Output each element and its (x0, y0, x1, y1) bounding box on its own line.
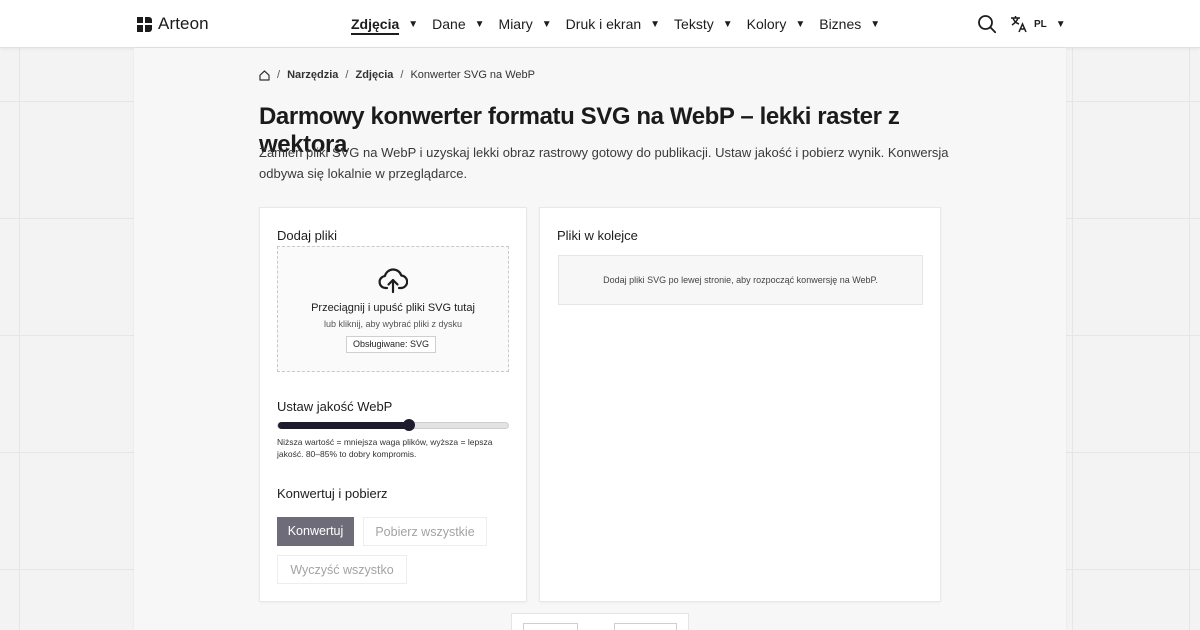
home-icon[interactable] (259, 69, 270, 81)
breadcrumb-item-current: Konwerter SVG na WebP (410, 69, 535, 81)
translate-icon (1011, 16, 1027, 33)
download-all-button[interactable]: Pobierz wszystkie (363, 517, 487, 546)
quality-slider[interactable] (277, 419, 509, 431)
dropzone-sub-text: lub kliknij, aby wybrać pliki z dysku (323, 319, 463, 329)
brand-logo[interactable]: Arteon (137, 14, 209, 34)
nav-item-label: Kolory (746, 16, 787, 32)
caret-down-icon: ▼ (408, 18, 419, 30)
nav-item-teksty[interactable]: Teksty ▼ (674, 16, 733, 32)
quality-slider-fill (278, 422, 410, 429)
main-content: / Narzędzia / Zdjęcia / Konwerter SVG na… (134, 48, 1066, 630)
pagination-controls (512, 614, 688, 630)
quality-title: Ustaw jakość WebP (277, 399, 393, 414)
caret-down-icon: ▼ (722, 18, 733, 30)
queue-title: Pliki w kolejce (557, 228, 638, 243)
breadcrumb-separator: / (345, 69, 349, 81)
main-nav: Zdjęcia ▼ Dane ▼ Miary ▼ Druk i ekran ▼ … (351, 0, 894, 48)
file-dropzone[interactable]: Przeciągnij i upuść pliki SVG tutaj lub … (277, 246, 509, 372)
nav-item-label: Biznes (819, 16, 862, 32)
caret-down-icon: ▼ (541, 18, 552, 30)
caret-down-icon: ▼ (795, 18, 806, 30)
top-navigation-bar: Arteon Zdjęcia ▼ Dane ▼ Miary ▼ Druk i e… (0, 0, 1200, 48)
caret-down-icon: ▼ (474, 18, 485, 30)
dropzone-main-text: Przeciągnij i upuść pliki SVG tutaj (311, 302, 475, 314)
convert-button[interactable]: Konwertuj (277, 517, 354, 546)
pagination-button[interactable] (523, 623, 578, 630)
nav-item-label: Miary (498, 16, 533, 32)
nav-item-label: Zdjęcia (351, 16, 400, 35)
logo-mark-icon (137, 16, 152, 32)
queue-panel: Pliki w kolejce Dodaj pliki SVG po lewej… (540, 208, 940, 601)
quality-hint: Niższa wartość = mniejsza waga plików, w… (277, 437, 493, 459)
nav-item-druk-i-ekran[interactable]: Druk i ekran ▼ (566, 16, 660, 32)
logo-text: Arteon (158, 14, 209, 33)
convert-section-title: Konwertuj i pobierz (277, 486, 388, 501)
language-switcher[interactable]: PL ▼ (1010, 15, 1066, 33)
language-code: PL (1034, 18, 1047, 30)
nav-item-label: Dane (432, 16, 466, 32)
breadcrumb: / Narzędzia / Zdjęcia / Konwerter SVG na… (259, 69, 535, 81)
clear-all-button[interactable]: Wyczyść wszystko (277, 555, 407, 584)
breadcrumb-separator: / (277, 69, 281, 81)
breadcrumb-separator: / (400, 69, 404, 81)
nav-item-label: Teksty (674, 16, 714, 32)
caret-down-icon: ▼ (1055, 18, 1066, 30)
upload-title: Dodaj pliki (277, 228, 337, 243)
cloud-upload-icon (378, 268, 408, 294)
caret-down-icon: ▼ (650, 18, 661, 30)
search-button[interactable] (977, 14, 997, 34)
quality-slider-thumb[interactable] (403, 419, 416, 431)
page-lead: Zamień pliki SVG na WebP i uzyskaj lekki… (259, 145, 949, 181)
upload-panel: Dodaj pliki Przeciągnij i upuść pliki SV… (260, 208, 526, 601)
nav-item-zdjecia[interactable]: Zdjęcia ▼ (351, 13, 418, 35)
queue-empty-state: Dodaj pliki SVG po lewej stronie, aby ro… (558, 255, 923, 305)
nav-item-label: Druk i ekran (565, 16, 642, 32)
breadcrumb-item-zdjecia[interactable]: Zdjęcia (355, 69, 393, 81)
nav-item-kolory[interactable]: Kolory ▼ (747, 16, 806, 32)
pagination-button[interactable] (614, 623, 677, 630)
supported-formats-badge: Obsługiwane: SVG (346, 336, 437, 353)
nav-item-biznes[interactable]: Biznes ▼ (819, 16, 880, 32)
nav-item-miary[interactable]: Miary ▼ (499, 16, 552, 32)
caret-down-icon: ▼ (870, 18, 881, 30)
search-icon (978, 15, 997, 34)
breadcrumb-item-narzedzia[interactable]: Narzędzia (287, 69, 338, 81)
nav-item-dane[interactable]: Dane ▼ (432, 16, 484, 32)
